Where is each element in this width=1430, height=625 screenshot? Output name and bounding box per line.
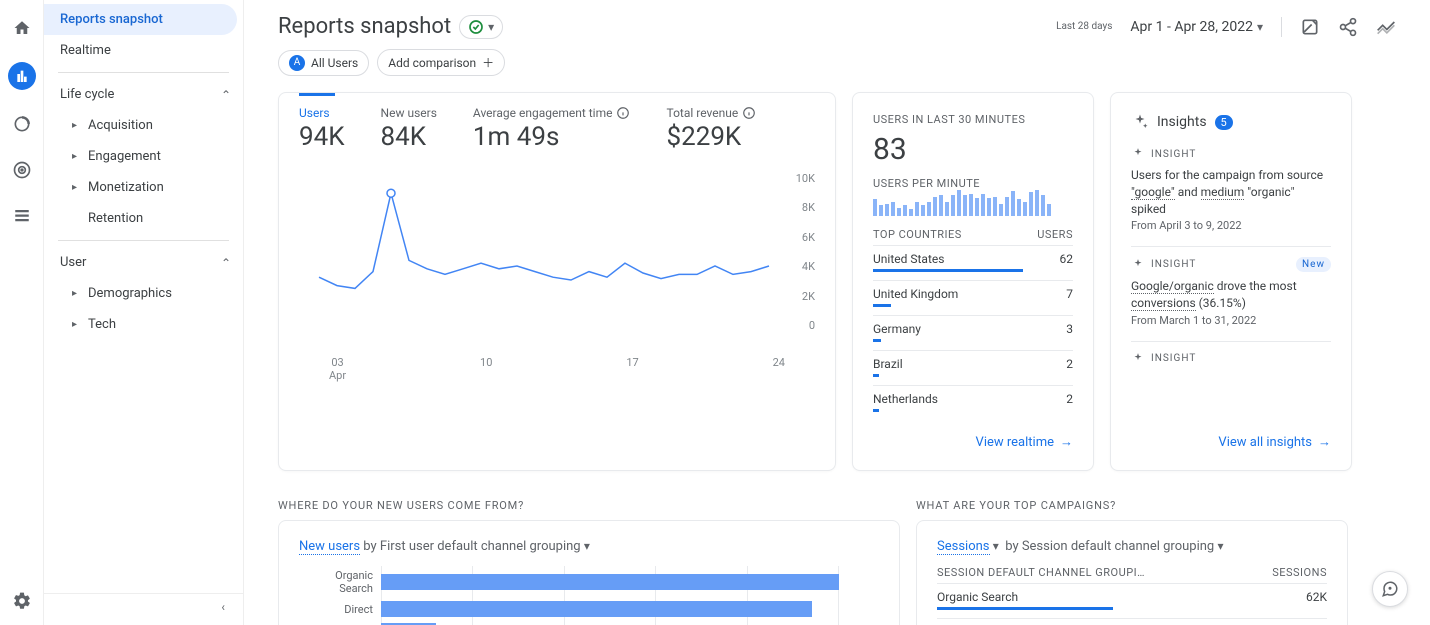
insights-card: Insights 5 INSIGHTUsers for the campaign… — [1110, 92, 1352, 471]
chevron-right-icon: ▸ — [72, 319, 82, 330]
sidebar-item-tech[interactable]: ▸Tech — [44, 309, 243, 340]
page-title: Reports snapshot — [278, 14, 451, 39]
share-icon[interactable] — [1338, 17, 1358, 37]
country-row: United Kingdom7 — [873, 280, 1073, 315]
question-top-campaigns: WHAT ARE YOUR TOP CAMPAIGNS? — [916, 471, 1348, 520]
metric-users[interactable]: Users 94K — [299, 106, 345, 152]
chevron-down-icon: ▾ — [488, 20, 494, 34]
realtime-title: USERS IN LAST 30 MINUTES — [873, 113, 1073, 126]
audience-icon: A — [289, 55, 305, 71]
channel-bar-row: Display — [299, 620, 839, 625]
home-icon[interactable] — [10, 16, 34, 40]
sidebar-section-lifecycle[interactable]: Life cycle⌃ — [44, 79, 243, 110]
sessions-card-title[interactable]: Sessions ▾ by Session default channel gr… — [937, 539, 1327, 566]
country-row: United States62 — [873, 245, 1073, 280]
users-per-minute-chart — [873, 190, 1073, 216]
insights-toggle-icon[interactable] — [1376, 17, 1396, 37]
date-range-picker[interactable]: Apr 1 - Apr 28, 2022▾ — [1130, 19, 1263, 35]
question-new-users: WHERE DO YOUR NEW USERS COME FROM? — [278, 471, 900, 520]
explore-icon[interactable] — [10, 112, 34, 136]
sparkle-icon — [1131, 113, 1149, 131]
view-realtime-link[interactable]: View realtime→ — [873, 434, 1073, 450]
realtime-value: 83 — [873, 126, 1073, 177]
sidebar-item-retention[interactable]: ▸Retention — [44, 203, 243, 234]
realtime-card: USERS IN LAST 30 MINUTES 83 USERS PER MI… — [852, 92, 1094, 471]
insight-item[interactable]: INSIGHTNewGoogle/organic drove the most … — [1131, 247, 1331, 342]
country-row: Brazil2 — [873, 350, 1073, 385]
feedback-button[interactable] — [1372, 571, 1408, 607]
new-users-card-title[interactable]: New users by First user default channel … — [299, 539, 879, 566]
sessions-card: Sessions ▾ by Session default channel gr… — [916, 520, 1348, 625]
advertising-icon[interactable] — [10, 158, 34, 182]
sidebar-item-monetization[interactable]: ▸Monetization — [44, 172, 243, 203]
insight-item[interactable]: INSIGHTUsers for the campaign from sourc… — [1131, 137, 1331, 247]
sidebar-item-reports-snapshot[interactable]: Reports snapshot — [44, 4, 237, 35]
chevron-right-icon: ▸ — [72, 120, 82, 131]
realtime-subtitle: USERS PER MINUTE — [873, 177, 1073, 190]
country-row: Netherlands2 — [873, 385, 1073, 420]
sidebar: Reports snapshot Realtime Life cycle⌃ ▸A… — [44, 0, 244, 625]
insights-header: Insights — [1157, 114, 1207, 130]
reports-icon[interactable] — [8, 62, 36, 90]
chevron-right-icon: ▸ — [72, 182, 82, 193]
insights-count-badge: 5 — [1215, 115, 1233, 130]
info-icon — [742, 106, 756, 120]
session-row: Organic Search62K — [937, 583, 1327, 618]
all-users-chip[interactable]: AAll Users — [278, 50, 369, 76]
session-row: Direct51K — [937, 618, 1327, 625]
settings-icon[interactable] — [10, 589, 34, 613]
metric-avg-engagement[interactable]: Average engagement time 1m 49s — [473, 106, 631, 152]
add-comparison-chip[interactable]: Add comparison＋ — [377, 49, 505, 76]
view-all-insights-link[interactable]: View all insights→ — [1131, 434, 1331, 450]
chevron-up-icon: ⌃ — [221, 256, 231, 270]
info-icon — [616, 106, 630, 120]
sidebar-section-user[interactable]: User⌃ — [44, 247, 243, 278]
overview-metrics-card: Users 94K New users 84K Average engageme… — [278, 92, 836, 471]
check-circle-icon — [468, 19, 484, 35]
chevron-up-icon: ⌃ — [221, 88, 231, 102]
chevron-right-icon: ▸ — [72, 151, 82, 162]
sidebar-item-engagement[interactable]: ▸Engagement — [44, 141, 243, 172]
title-status-chip[interactable]: ▾ — [459, 15, 503, 39]
customize-icon[interactable] — [1300, 17, 1320, 37]
sidebar-item-realtime[interactable]: Realtime — [44, 35, 237, 66]
collapse-sidebar-button[interactable]: ‹ — [44, 593, 243, 621]
metric-new-users[interactable]: New users 84K — [381, 106, 437, 152]
new-users-card: New users by First user default channel … — [278, 520, 900, 625]
country-row: Germany3 — [873, 315, 1073, 350]
chevron-right-icon: ▸ — [72, 288, 82, 299]
sidebar-item-acquisition[interactable]: ▸Acquisition — [44, 110, 243, 141]
arrow-right-icon: → — [1060, 434, 1073, 450]
plus-icon: ＋ — [482, 54, 494, 71]
arrow-right-icon: → — [1318, 434, 1331, 450]
channel-bar-row: Organic Search — [299, 566, 839, 598]
configure-icon[interactable] — [10, 204, 34, 228]
date-prefix: Last 28 days — [1056, 21, 1112, 32]
channel-bar-row: Direct — [299, 598, 839, 620]
metric-revenue[interactable]: Total revenue $229K — [666, 106, 756, 152]
sidebar-item-demographics[interactable]: ▸Demographics — [44, 278, 243, 309]
users-line-chart: 10K8K6K4K2K0 — [299, 172, 815, 352]
